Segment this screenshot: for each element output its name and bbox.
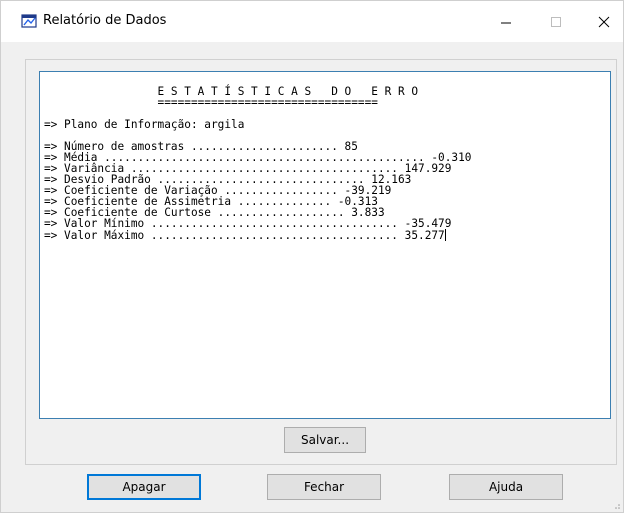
report-text: E S T A T Í S T I C A S D O E R R O ====… <box>44 86 471 241</box>
report-stat-max: => Valor Máximo ........................… <box>44 229 445 242</box>
minimize-icon <box>501 22 511 23</box>
help-button[interactable]: Ajuda <box>449 474 563 500</box>
close-window-button[interactable] <box>581 1 624 42</box>
report-text-area[interactable]: E S T A T Í S T I C A S D O E R R O ====… <box>39 71 611 419</box>
close-icon <box>598 16 610 27</box>
report-panel: E S T A T Í S T I C A S D O E R R O ====… <box>25 59 617 465</box>
report-title-underline: ================================= <box>44 96 378 109</box>
window-title: Relatório de Dados <box>43 13 167 28</box>
title-bar[interactable]: Relatório de Dados <box>1 1 623 42</box>
text-caret <box>444 229 446 241</box>
report-window: Relatório de Dados E S T A T Í S T I C A… <box>0 0 624 513</box>
close-button[interactable]: Fechar <box>267 474 381 500</box>
app-icon <box>21 13 37 29</box>
maximize-icon <box>551 16 561 27</box>
report-plan-line: => Plano de Informação: argila <box>44 118 245 131</box>
save-button[interactable]: Salvar... <box>284 427 366 453</box>
resize-grip-icon[interactable] <box>611 500 621 510</box>
maximize-button[interactable] <box>533 1 579 42</box>
minimize-button[interactable] <box>483 1 529 42</box>
clear-button[interactable]: Apagar <box>87 474 201 500</box>
